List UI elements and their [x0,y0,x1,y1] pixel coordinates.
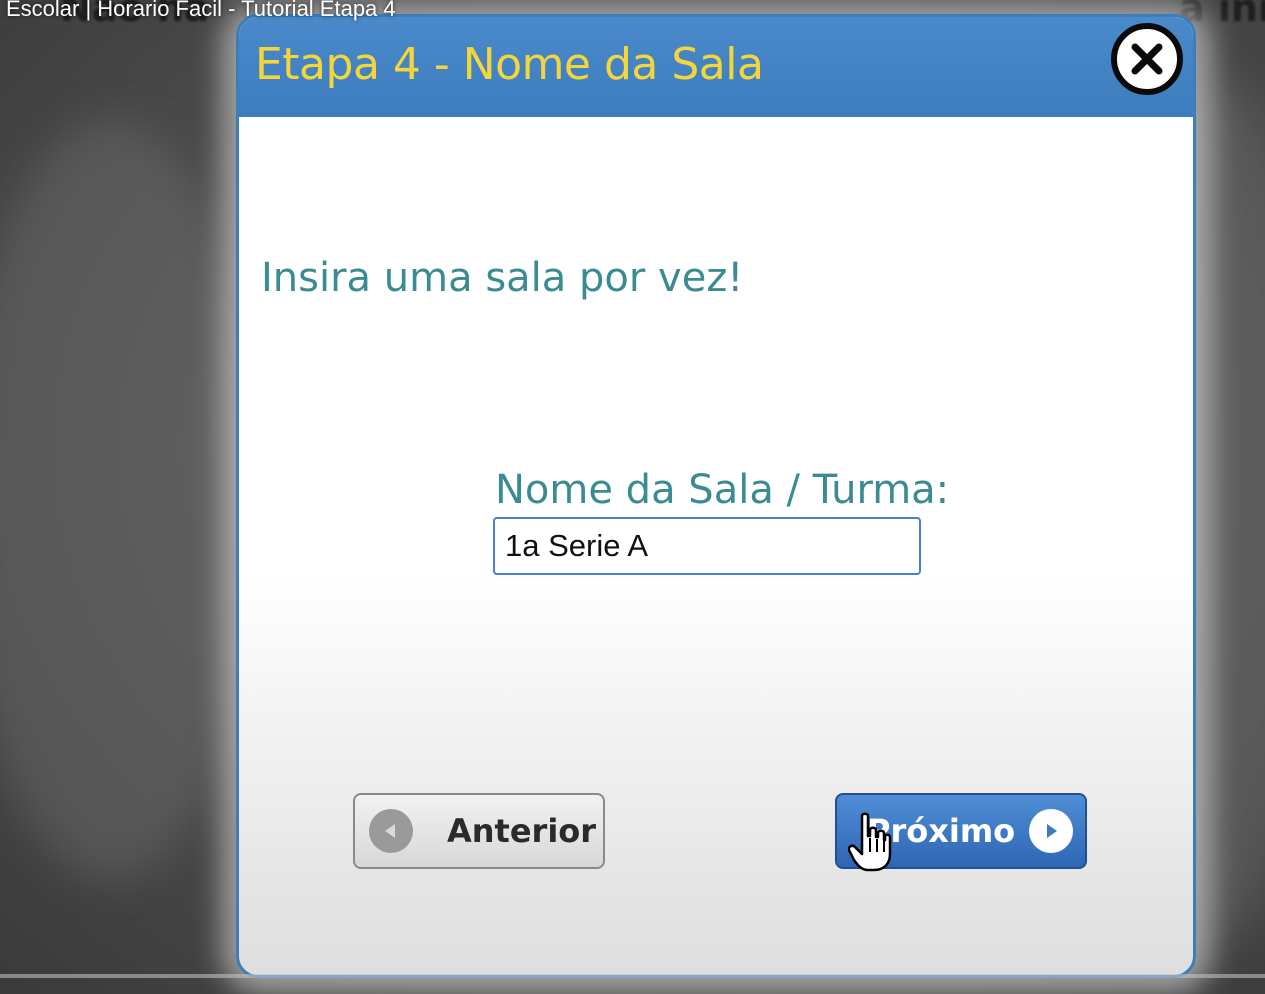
previous-button-label: Anterior [447,812,597,850]
background-blur-left [0,120,260,880]
dialog-title: Etapa 4 - Nome da Sala [255,39,764,90]
hand-cursor-icon [848,812,892,872]
room-name-label: Nome da Sala / Turma: [495,467,950,513]
video-title: Escolar | Horario Facil - Tutorial Etapa… [6,0,396,21]
arrow-right-icon [1029,809,1074,853]
video-frame: Não ha a ini Escolar | Horario Facil - T… [0,0,1265,994]
close-icon [1131,43,1163,75]
dialog-header: Etapa 4 - Nome da Sala [239,17,1193,117]
close-button[interactable] [1111,23,1183,95]
video-progress-bar[interactable] [0,974,1265,978]
wizard-dialog: Etapa 4 - Nome da Sala Insira uma sala p… [236,14,1196,978]
previous-button[interactable]: Anterior [353,793,605,869]
arrow-left-icon [369,809,413,853]
instruction-text: Insira uma sala por vez! [261,255,744,301]
room-name-input[interactable] [493,517,921,575]
